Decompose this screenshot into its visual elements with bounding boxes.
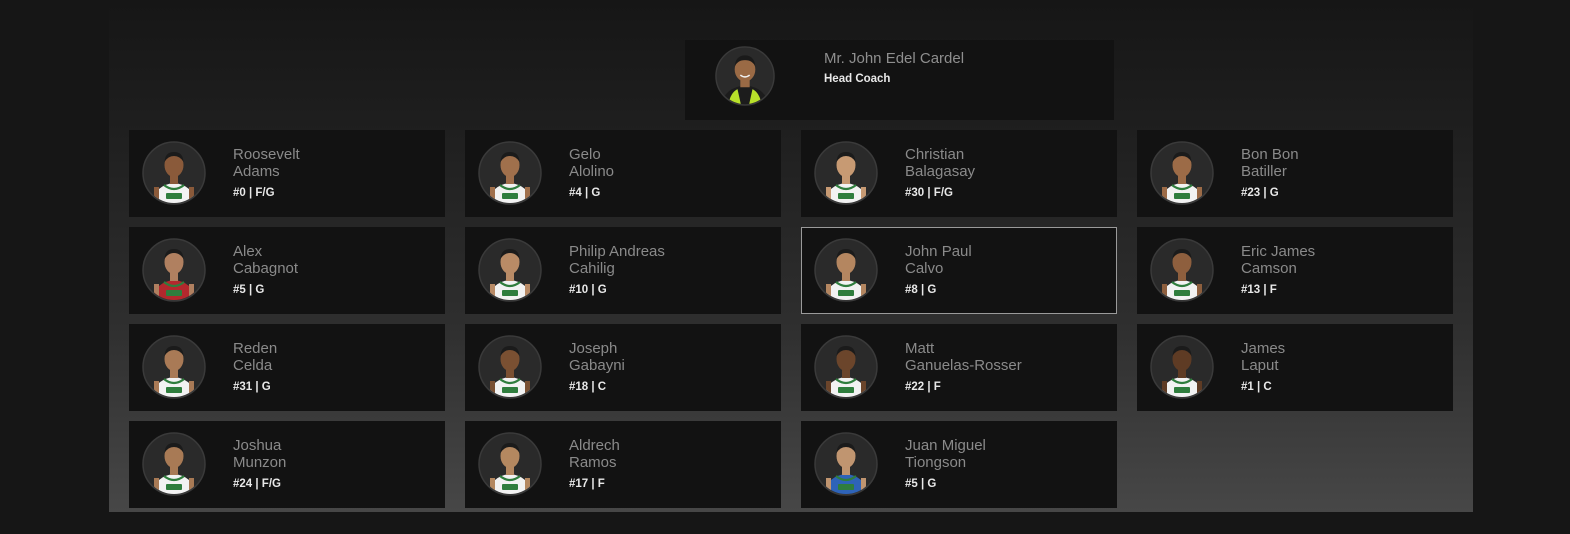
player-card[interactable]: James Laput #1 | C [1137, 324, 1453, 411]
player-avatar [814, 238, 878, 302]
player-first-name: Gelo [569, 146, 601, 163]
player-avatar [478, 335, 542, 399]
player-first-name: Alex [233, 243, 263, 260]
player-first-name: Philip Andreas [569, 243, 665, 260]
player-avatar [1150, 335, 1214, 399]
player-card[interactable]: Roosevelt Adams #0 | F/G [129, 130, 445, 217]
player-first-name: Reden [233, 340, 278, 357]
player-avatar [142, 238, 206, 302]
player-last-name: Ganuelas-Rosser [905, 357, 1022, 374]
player-first-name: Bon Bon [1241, 146, 1299, 163]
player-card[interactable]: Aldrech Ramos #17 | F [465, 421, 781, 508]
player-avatar [142, 432, 206, 496]
player-first-name: James [1241, 340, 1286, 357]
player-number-position: #22 | F [905, 381, 941, 393]
player-last-name: Camson [1241, 260, 1297, 277]
player-first-name: Eric James [1241, 243, 1316, 260]
player-avatar [814, 335, 878, 399]
player-number-position: #30 | F/G [905, 187, 953, 199]
player-card[interactable]: Christian Balagasay #30 | F/G [801, 130, 1117, 217]
player-number-position: #4 | G [569, 187, 601, 199]
player-card[interactable]: Juan Miguel Tiongson #5 | G [801, 421, 1117, 508]
player-card[interactable]: John Paul Calvo #8 | G [801, 227, 1117, 314]
player-last-name: Cahilig [569, 260, 615, 277]
player-first-name: Matt [905, 340, 935, 357]
player-card[interactable]: Reden Celda #31 | G [129, 324, 445, 411]
player-last-name: Gabayni [569, 357, 625, 374]
player-avatar [1150, 238, 1214, 302]
player-number-position: #5 | G [905, 478, 937, 490]
player-number-position: #17 | F [569, 478, 605, 490]
player-avatar [478, 141, 542, 205]
player-card[interactable]: Bon Bon Batiller #23 | G [1137, 130, 1453, 217]
player-number-position: #1 | C [1241, 381, 1272, 393]
player-last-name: Calvo [905, 260, 944, 277]
head-coach-card[interactable]: Mr. John Edel Cardel Head Coach [685, 40, 1114, 120]
coach-role: Head Coach [824, 73, 891, 85]
player-number-position: #13 | F [1241, 284, 1277, 296]
player-card[interactable]: Philip Andreas Cahilig #10 | G [465, 227, 781, 314]
player-number-position: #18 | C [569, 381, 607, 393]
player-number-position: #24 | F/G [233, 478, 281, 490]
player-last-name: Adams [233, 163, 280, 180]
player-number-position: #23 | G [1241, 187, 1279, 199]
player-avatar [814, 432, 878, 496]
player-number-position: #8 | G [905, 284, 937, 296]
player-last-name: Batiller [1241, 163, 1287, 180]
player-avatar [142, 141, 206, 205]
player-number-position: #0 | F/G [233, 187, 275, 199]
player-number-position: #5 | G [233, 284, 265, 296]
player-first-name: John Paul [905, 243, 972, 260]
player-last-name: Ramos [569, 454, 617, 471]
player-first-name: Joseph [569, 340, 618, 357]
player-card[interactable]: Alex Cabagnot #5 | G [129, 227, 445, 314]
player-last-name: Laput [1241, 357, 1279, 374]
player-avatar [1150, 141, 1214, 205]
player-last-name: Alolino [569, 163, 615, 180]
player-avatar [142, 335, 206, 399]
player-last-name: Celda [233, 357, 273, 374]
player-last-name: Tiongson [905, 454, 967, 471]
player-last-name: Balagasay [905, 163, 976, 180]
player-card[interactable]: Joseph Gabayni #18 | C [465, 324, 781, 411]
player-card[interactable]: Eric James Camson #13 | F [1137, 227, 1453, 314]
player-first-name: Juan Miguel [905, 437, 986, 454]
player-avatar [478, 432, 542, 496]
player-avatar [478, 238, 542, 302]
player-last-name: Cabagnot [233, 260, 299, 277]
coach-avatar [715, 46, 775, 106]
roster-panel: Mr. John Edel Cardel Head Coach Roosevel… [109, 0, 1473, 512]
player-first-name: Christian [905, 146, 965, 163]
player-first-name: Joshua [233, 437, 282, 454]
player-number-position: #10 | G [569, 284, 607, 296]
player-avatar [814, 141, 878, 205]
player-first-name: Roosevelt [233, 146, 300, 163]
player-last-name: Munzon [233, 454, 287, 471]
coach-name: Mr. John Edel Cardel [824, 50, 965, 67]
player-first-name: Aldrech [569, 437, 620, 454]
player-card[interactable]: Joshua Munzon #24 | F/G [129, 421, 445, 508]
player-number-position: #31 | G [233, 381, 271, 393]
player-card[interactable]: Gelo Alolino #4 | G [465, 130, 781, 217]
player-card[interactable]: Matt Ganuelas-Rosser #22 | F [801, 324, 1117, 411]
